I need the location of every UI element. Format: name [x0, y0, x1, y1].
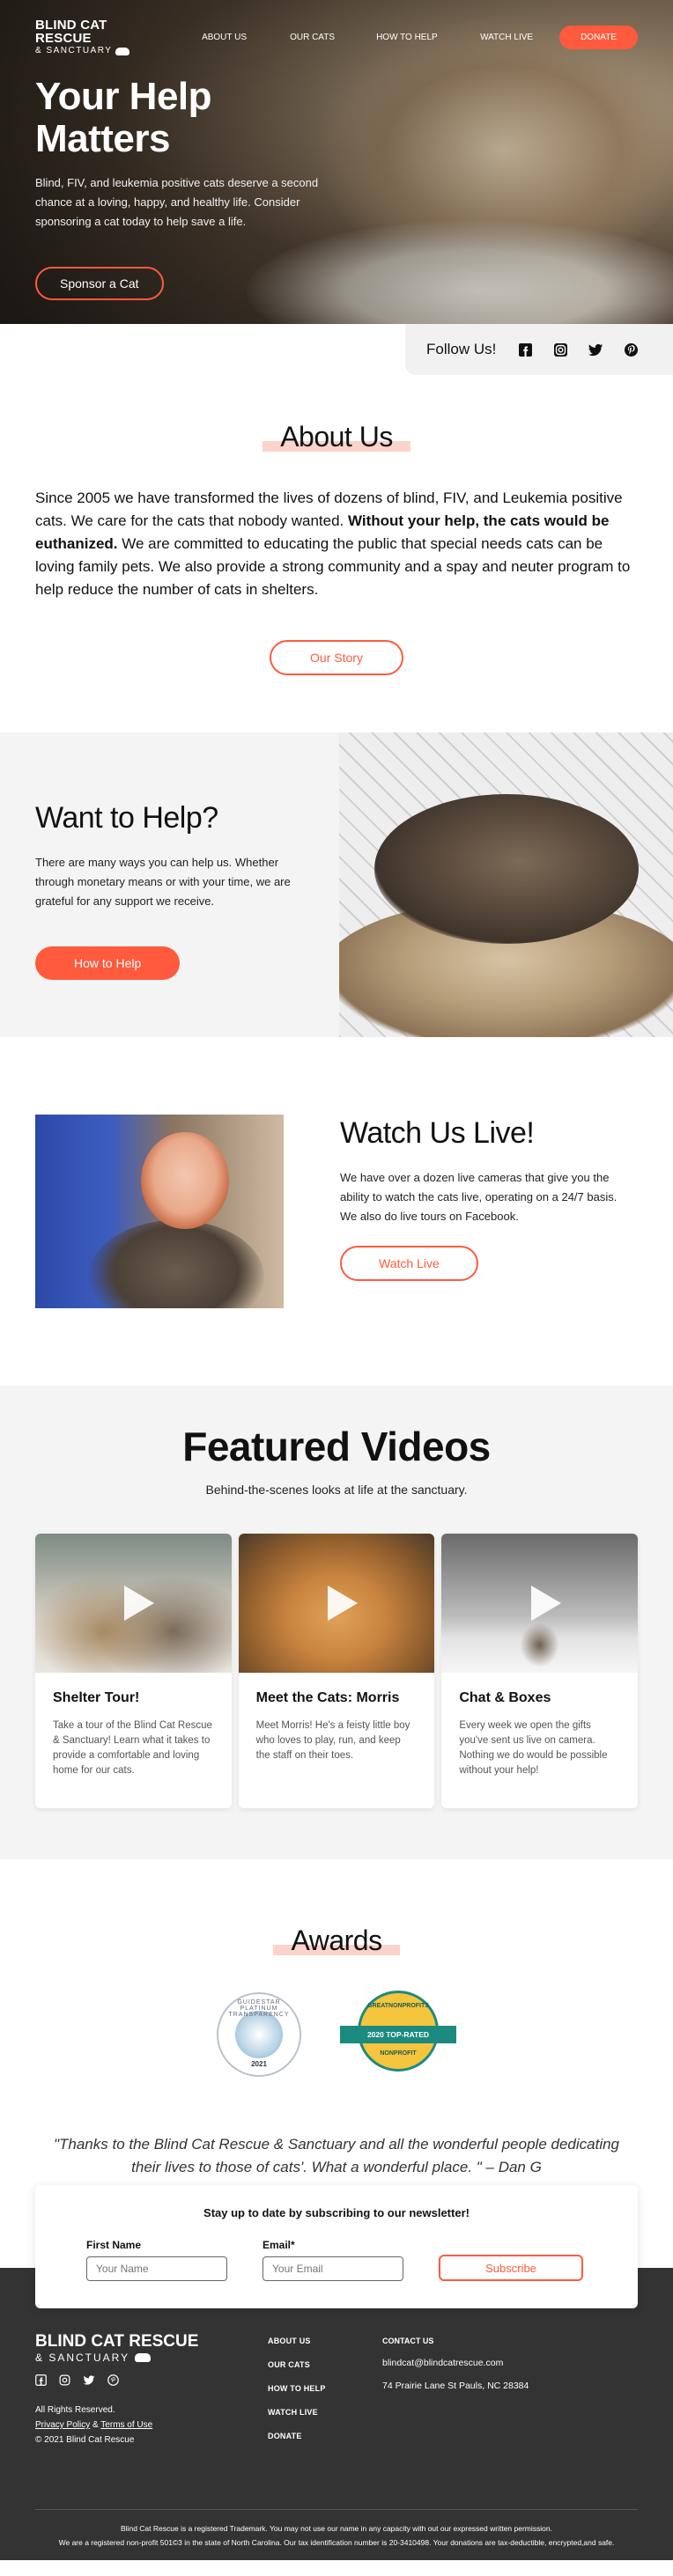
- nav-link-watch-live[interactable]: WATCH LIVE: [480, 33, 559, 42]
- sponsor-cat-button[interactable]: Sponsor a Cat: [35, 266, 164, 300]
- twitter-icon[interactable]: [83, 2374, 95, 2390]
- help-text: There are many ways you can help us. Whe…: [35, 856, 291, 908]
- help-title: Want to Help?: [35, 801, 218, 835]
- awards-title: Awards: [273, 1925, 400, 1956]
- video-card-text: Take a tour of the Blind Cat Rescue & Sa…: [53, 1720, 212, 1776]
- video-thumbnail[interactable]: [35, 1534, 232, 1673]
- contact-address: 74 Prairie Lane St Pauls, NC 28384: [382, 2381, 529, 2391]
- video-card-title: Shelter Tour!: [53, 1690, 140, 1705]
- site-footer: Stay up to date by subscribing to our ne…: [0, 2185, 673, 2560]
- facebook-icon[interactable]: [517, 342, 533, 357]
- follow-us-label: Follow Us!: [426, 341, 497, 357]
- watch-live-title: Watch Us Live!: [340, 1116, 535, 1150]
- featured-videos-title: Featured Videos: [182, 1424, 491, 1469]
- footer-link-about-us[interactable]: ABOUT US: [268, 2337, 382, 2345]
- help-cat-image: [339, 732, 673, 1037]
- video-card-shelter-tour[interactable]: Shelter Tour! Take a tour of the Blind C…: [35, 1534, 232, 1808]
- hero-text: Blind, FIV, and leukemia positive cats d…: [35, 175, 319, 228]
- footer-link-donate[interactable]: DONATE: [268, 2432, 382, 2440]
- nav-link-about-us[interactable]: ABOUT US: [202, 33, 290, 42]
- newsletter-box: Stay up to date by subscribing to our ne…: [35, 2185, 638, 2308]
- main-nav: BLIND CAT RESCUE & SANCTUARY ABOUT US OU…: [35, 18, 638, 55]
- about-title: About Us: [263, 421, 410, 453]
- featured-videos-subtitle: Behind-the-scenes looks at life at the s…: [205, 1483, 468, 1497]
- facebook-icon[interactable]: [35, 2374, 47, 2390]
- footer-legal: Blind Cat Rescue is a registered Tradema…: [58, 2524, 615, 2547]
- pinterest-icon[interactable]: [107, 2374, 119, 2390]
- copyright-text: © 2021 Blind Cat Rescue: [35, 2435, 135, 2445]
- play-icon[interactable]: [530, 1586, 561, 1621]
- video-card-title: Meet the Cats: Morris: [255, 1690, 400, 1705]
- help-section: Want to Help? There are many ways you ca…: [0, 732, 673, 1037]
- play-icon[interactable]: [124, 1586, 155, 1621]
- subscribe-button[interactable]: Subscribe: [439, 2255, 583, 2281]
- video-thumbnail[interactable]: [238, 1534, 435, 1673]
- star-icon: [235, 2011, 283, 2058]
- watch-live-text: We have over a dozen live cameras that g…: [340, 1171, 618, 1223]
- video-card-title: Chat & Boxes: [459, 1690, 551, 1705]
- hero-title: Your Help Matters: [35, 75, 212, 161]
- email-label: Email*: [263, 2239, 295, 2251]
- contact-title: CONTACT US: [382, 2337, 434, 2345]
- rights-text: All Rights Reserved.: [35, 2405, 115, 2415]
- twitter-icon[interactable]: [588, 342, 603, 357]
- cat-logo-icon: [115, 47, 130, 55]
- guidestar-badge: GUIDESTAR PLATINUM TRANSPARENCY 2021: [217, 1992, 301, 2077]
- footer-link-watch-live[interactable]: WATCH LIVE: [268, 2408, 382, 2417]
- pinterest-icon[interactable]: [623, 342, 639, 357]
- contact-email[interactable]: blindcat@blindcatrescue.com: [382, 2358, 529, 2368]
- hero-content: Your Help Matters Blind, FIV, and leukem…: [35, 75, 335, 300]
- watch-live-image: [35, 1115, 284, 1308]
- terms-of-use-link[interactable]: Terms of Use: [100, 2420, 152, 2430]
- footer-links: ABOUT US OUR CATS HOW TO HELP WATCH LIVE…: [268, 2333, 382, 2455]
- footer-link-how-to-help[interactable]: HOW TO HELP: [268, 2384, 382, 2393]
- watch-live-section: Watch Us Live! We have over a dozen live…: [0, 1037, 673, 1386]
- testimonial-quote: "Thanks to the Blind Cat Rescue & Sanctu…: [53, 2136, 620, 2175]
- how-to-help-button[interactable]: How to Help: [35, 946, 181, 980]
- follow-us-bar: Follow Us!: [405, 324, 673, 375]
- video-card-text: Meet Morris! He's a feisty little boy wh…: [255, 1720, 410, 1761]
- donate-button[interactable]: DONATE: [559, 25, 638, 49]
- video-card-meet-morris[interactable]: Meet the Cats: Morris Meet Morris! He's …: [238, 1534, 435, 1808]
- instagram-icon[interactable]: [59, 2374, 70, 2390]
- email-field[interactable]: [263, 2256, 403, 2281]
- video-card-chat-boxes[interactable]: Chat & Boxes Every week we open the gift…: [441, 1534, 639, 1808]
- about-section: About Us Since 2005 we have transformed …: [0, 375, 673, 732]
- greatnonprofits-badge: GREATNONPROFITS 2020 TOP-RATED NONPROFIT: [340, 1991, 456, 2079]
- awards-section: Awards GUIDESTAR PLATINUM TRANSPARENCY 2…: [0, 1859, 673, 2233]
- nav-link-our-cats[interactable]: OUR CATS: [290, 33, 376, 42]
- about-text: Since 2005 we have transformed the lives…: [35, 489, 631, 598]
- video-thumbnail[interactable]: [441, 1534, 639, 1673]
- footer-logo[interactable]: BLIND CAT RESCUE: [35, 2333, 268, 2350]
- our-story-button[interactable]: Our Story: [270, 640, 403, 675]
- hero-section: BLIND CAT RESCUE & SANCTUARY ABOUT US OU…: [0, 0, 673, 324]
- privacy-policy-link[interactable]: Privacy Policy: [35, 2420, 90, 2430]
- site-logo[interactable]: BLIND CAT RESCUE & SANCTUARY: [35, 18, 158, 55]
- footer-divider: [35, 2509, 638, 2510]
- footer-link-our-cats[interactable]: OUR CATS: [268, 2360, 382, 2369]
- nav-link-how-to-help[interactable]: HOW TO HELP: [376, 33, 480, 42]
- video-card-text: Every week we open the gifts you've sent…: [459, 1720, 608, 1776]
- featured-videos-section: Featured Videos Behind-the-scenes looks …: [0, 1386, 673, 1859]
- instagram-icon[interactable]: [552, 342, 568, 357]
- first-name-field[interactable]: [86, 2256, 227, 2281]
- newsletter-title: Stay up to date by subscribing to our ne…: [203, 2206, 470, 2219]
- cat-logo-icon: [135, 2353, 152, 2362]
- play-icon[interactable]: [328, 1586, 358, 1621]
- footer-contact: CONTACT US blindcat@blindcatrescue.com 7…: [382, 2333, 529, 2455]
- nav-links: ABOUT US OUR CATS HOW TO HELP WATCH LIVE: [202, 33, 559, 42]
- watch-live-button[interactable]: Watch Live: [340, 1246, 478, 1281]
- first-name-label: First Name: [86, 2239, 142, 2251]
